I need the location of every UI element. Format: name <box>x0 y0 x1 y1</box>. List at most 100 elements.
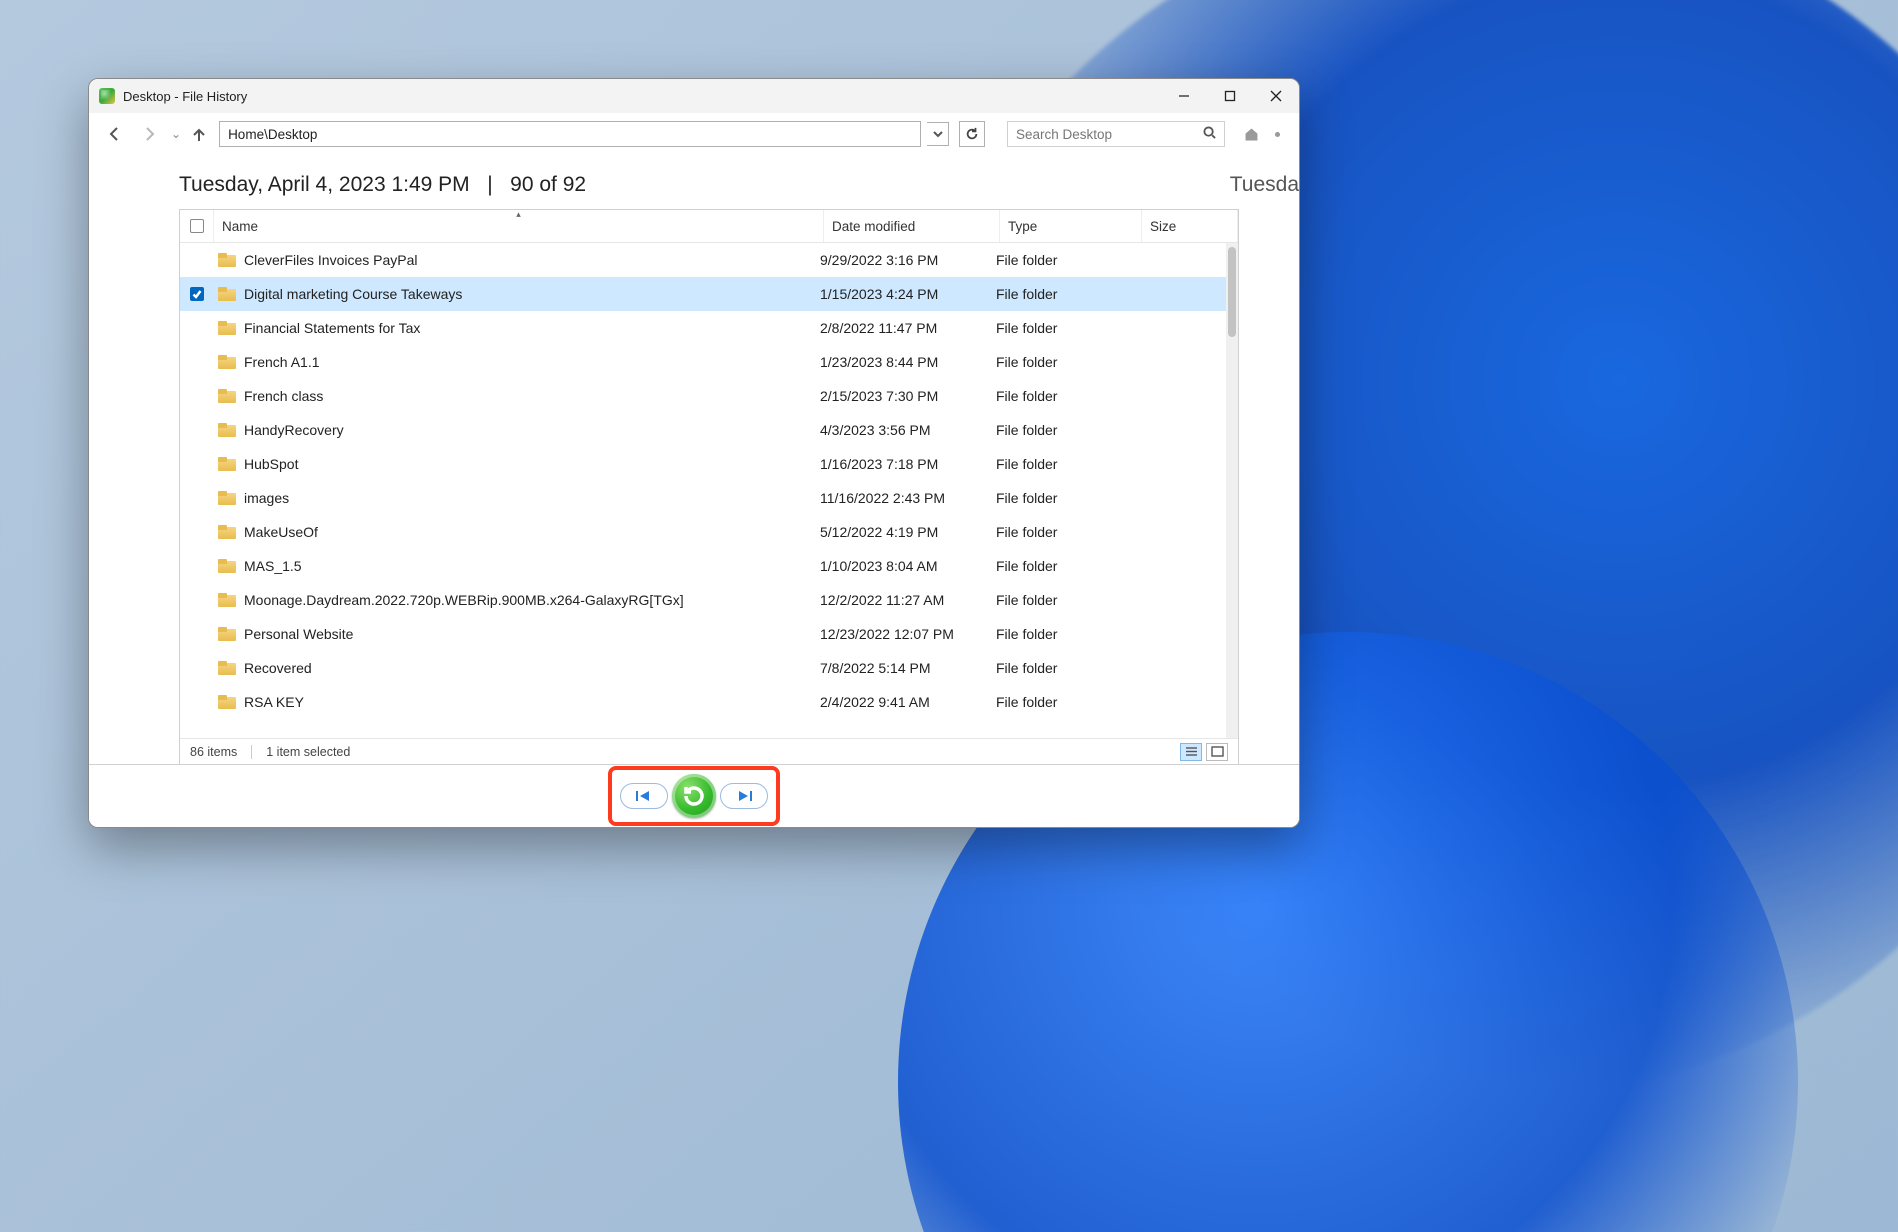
refresh-button[interactable] <box>959 121 985 147</box>
file-date: 7/8/2022 5:14 PM <box>812 660 988 676</box>
address-bar[interactable]: Home\Desktop <box>219 121 921 147</box>
vertical-scrollbar[interactable] <box>1226 243 1238 738</box>
recent-locations-caret[interactable]: ⌄ <box>171 127 181 141</box>
history-controls <box>89 765 1299 827</box>
file-date: 2/4/2022 9:41 AM <box>812 694 988 710</box>
header-checkbox[interactable] <box>180 210 214 242</box>
nav-toolbar: ⌄ Home\Desktop Search Desktop <box>89 113 1299 155</box>
table-row[interactable]: MAS_1.51/10/2023 8:04 AMFile folder <box>180 549 1226 583</box>
details-view-button[interactable] <box>1180 743 1202 761</box>
file-name: images <box>244 490 289 506</box>
selection-count: 1 item selected <box>266 745 350 759</box>
address-dropdown[interactable] <box>927 122 949 146</box>
sort-asc-icon: ▴ <box>516 209 521 220</box>
table-row[interactable]: Financial Statements for Tax2/8/2022 11:… <box>180 311 1226 345</box>
file-date: 1/15/2023 4:24 PM <box>812 286 988 302</box>
table-row[interactable]: CleverFiles Invoices PayPal9/29/2022 3:1… <box>180 243 1226 277</box>
header-size[interactable]: Size <box>1142 210 1238 242</box>
table-row[interactable]: French class2/15/2023 7:30 PMFile folder <box>180 379 1226 413</box>
table-row[interactable]: HandyRecovery4/3/2023 3:56 PMFile folder <box>180 413 1226 447</box>
file-name: Recovered <box>244 660 312 676</box>
up-button[interactable] <box>189 120 209 148</box>
file-name: Personal Website <box>244 626 353 642</box>
table-row[interactable]: RSA KEY2/4/2022 9:41 AMFile folder <box>180 685 1226 719</box>
file-type: File folder <box>988 422 1130 438</box>
close-button[interactable] <box>1253 79 1299 113</box>
file-rows: CleverFiles Invoices PayPal9/29/2022 3:1… <box>180 243 1226 738</box>
address-text: Home\Desktop <box>228 127 317 142</box>
file-date: 2/15/2023 7:30 PM <box>812 388 988 404</box>
file-type: File folder <box>988 524 1130 540</box>
file-date: 1/10/2023 8:04 AM <box>812 558 988 574</box>
file-type: File folder <box>988 354 1130 370</box>
version-timestamp: Tuesday, April 4, 2023 1:49 PM <box>179 173 470 196</box>
folder-icon <box>218 525 236 539</box>
header-date[interactable]: Date modified <box>824 210 1000 242</box>
maximize-button[interactable] <box>1207 79 1253 113</box>
file-name: MakeUseOf <box>244 524 318 540</box>
row-checkbox[interactable] <box>190 287 204 301</box>
search-placeholder: Search Desktop <box>1016 127 1112 142</box>
table-row[interactable]: French A1.1 1/23/2023 8:44 PMFile folder <box>180 345 1226 379</box>
restore-button[interactable] <box>672 774 716 818</box>
highlight-annotation <box>608 766 780 826</box>
table-row[interactable]: images11/16/2022 2:43 PMFile folder <box>180 481 1226 515</box>
minimize-button[interactable] <box>1161 79 1207 113</box>
file-date: 1/16/2023 7:18 PM <box>812 456 988 472</box>
file-type: File folder <box>988 456 1130 472</box>
file-date: 1/23/2023 8:44 PM <box>812 354 988 370</box>
version-position: 90 of 92 <box>510 173 586 196</box>
header-name[interactable]: Name ▴ <box>214 210 824 242</box>
forward-button[interactable] <box>135 120 163 148</box>
next-version-panel[interactable] <box>1239 209 1299 765</box>
folder-icon <box>218 423 236 437</box>
file-list: Name ▴ Date modified Type Size CleverFil… <box>179 209 1239 765</box>
folder-icon <box>218 457 236 471</box>
table-row[interactable]: Digital marketing Course Takeways1/15/20… <box>180 277 1226 311</box>
folder-icon <box>218 491 236 505</box>
table-row[interactable]: HubSpot 1/16/2023 7:18 PMFile folder <box>180 447 1226 481</box>
folder-icon <box>218 253 236 267</box>
version-header: Tuesday, April 4, 2023 1:49 PM | 90 of 9… <box>89 155 1299 209</box>
settings-icon[interactable] <box>1267 124 1287 144</box>
folder-icon <box>218 287 236 301</box>
next-version-button[interactable] <box>720 783 768 809</box>
folder-icon <box>218 321 236 335</box>
folder-icon <box>218 627 236 641</box>
search-icon <box>1203 126 1216 142</box>
file-type: File folder <box>988 490 1130 506</box>
search-input[interactable]: Search Desktop <box>1007 121 1225 147</box>
previous-version-panel[interactable] <box>89 209 179 765</box>
icons-view-button[interactable] <box>1206 743 1228 761</box>
file-name: Moonage.Daydream.2022.720p.WEBRip.900MB.… <box>244 592 684 608</box>
folder-icon <box>218 355 236 369</box>
file-name: French class <box>244 388 323 404</box>
scrollbar-thumb[interactable] <box>1228 247 1236 337</box>
file-type: File folder <box>988 626 1130 642</box>
next-version-peek: Tuesda <box>1222 155 1299 209</box>
previous-version-button[interactable] <box>620 783 668 809</box>
file-name: French A1.1 <box>244 354 320 370</box>
file-date: 5/12/2022 4:19 PM <box>812 524 988 540</box>
table-row[interactable]: Recovered7/8/2022 5:14 PMFile folder <box>180 651 1226 685</box>
folder-icon <box>218 559 236 573</box>
table-row[interactable]: MakeUseOf 5/12/2022 4:19 PMFile folder <box>180 515 1226 549</box>
table-row[interactable]: Moonage.Daydream.2022.720p.WEBRip.900MB.… <box>180 583 1226 617</box>
header-type[interactable]: Type <box>1000 210 1142 242</box>
folder-icon <box>218 695 236 709</box>
file-date: 12/2/2022 11:27 AM <box>812 592 988 608</box>
file-name: Financial Statements for Tax <box>244 320 420 336</box>
file-name: HubSpot <box>244 456 298 472</box>
folder-icon <box>218 593 236 607</box>
file-name: MAS_1.5 <box>244 558 302 574</box>
back-button[interactable] <box>101 120 129 148</box>
file-type: File folder <box>988 592 1130 608</box>
file-date: 4/3/2023 3:56 PM <box>812 422 988 438</box>
table-row[interactable]: Personal Website12/23/2022 12:07 PMFile … <box>180 617 1226 651</box>
file-type: File folder <box>988 286 1130 302</box>
home-icon[interactable] <box>1241 124 1261 144</box>
file-history-icon <box>99 88 115 104</box>
file-name: RSA KEY <box>244 694 304 710</box>
column-headers: Name ▴ Date modified Type Size <box>180 210 1238 243</box>
file-name: CleverFiles Invoices PayPal <box>244 252 418 268</box>
